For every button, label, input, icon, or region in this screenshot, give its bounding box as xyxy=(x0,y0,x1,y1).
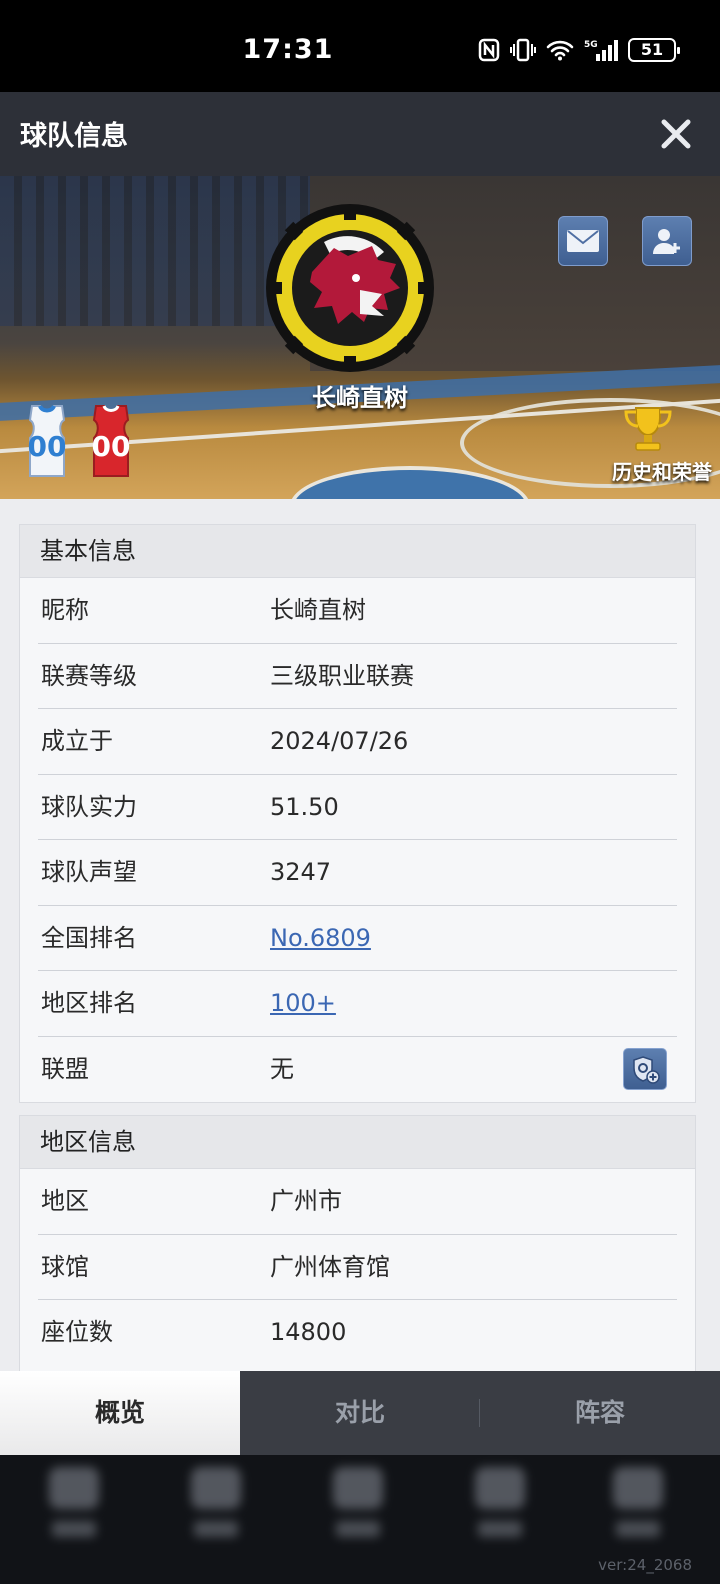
row-label: 球队实力 xyxy=(41,792,137,821)
close-button[interactable] xyxy=(656,114,696,154)
row-value: 长崎直树 xyxy=(270,596,366,624)
national-rank-link[interactable]: No.6809 xyxy=(270,906,371,971)
row-value: 广州市 xyxy=(270,1187,342,1215)
team-logo[interactable] xyxy=(264,202,436,374)
row-value: 14800 xyxy=(270,1318,347,1346)
blurred-nav-item xyxy=(608,1467,668,1557)
row-value: 三级职业联赛 xyxy=(270,661,414,690)
info-row-seats: 座位数 14800 xyxy=(38,1300,677,1366)
info-row-alliance: 联盟 无 xyxy=(38,1037,677,1103)
trophy-icon[interactable] xyxy=(622,404,674,454)
row-value: 无 xyxy=(270,1054,294,1083)
bottom-tab-bar: 概览 对比 阵容 xyxy=(0,1371,720,1455)
alliance-shield-icon xyxy=(633,1055,660,1084)
info-row-region: 地区 广州市 xyxy=(38,1169,677,1235)
away-jersey-button[interactable]: 00 xyxy=(82,404,140,478)
info-row-regional-rank: 地区排名 100+ xyxy=(38,971,677,1037)
battery-icon: 51 xyxy=(628,38,680,62)
row-value: 2024/07/26 xyxy=(270,727,409,755)
wifi-icon xyxy=(546,40,574,61)
row-label: 全国排名 xyxy=(41,923,137,952)
nfc-icon xyxy=(478,38,500,62)
info-row-arena: 球馆 广州体育馆 xyxy=(38,1235,677,1300)
row-label: 昵称 xyxy=(41,596,89,624)
page-title: 球队信息 xyxy=(20,121,128,152)
page-header: 球队信息 xyxy=(0,92,720,176)
info-row-national-rank: 全国排名 No.6809 xyxy=(38,906,677,971)
info-row-team-strength: 球队实力 51.50 xyxy=(38,775,677,840)
row-label: 联盟 xyxy=(41,1054,89,1083)
info-row-league-level: 联赛等级 三级职业联赛 xyxy=(38,644,677,709)
tab-compare[interactable]: 对比 xyxy=(240,1371,480,1455)
background-navigation: ver:24_2068 xyxy=(0,1455,720,1584)
home-jersey-button[interactable]: 00 xyxy=(18,404,76,478)
row-value: 3247 xyxy=(270,858,332,886)
svg-text:5G: 5G xyxy=(584,40,598,50)
blurred-nav-item xyxy=(470,1467,530,1557)
row-label: 联赛等级 xyxy=(41,661,137,690)
team-hero-banner: 长崎直树 00 00 历史和荣誉 xyxy=(0,176,720,499)
basic-info-title: 基本信息 xyxy=(20,525,695,578)
row-label: 成立于 xyxy=(41,727,113,755)
blurred-nav-item xyxy=(186,1467,246,1557)
status-icons: 5G 51 xyxy=(478,38,680,62)
mail-button[interactable] xyxy=(558,216,608,266)
away-jersey-number: 00 xyxy=(91,430,131,463)
row-label: 地区排名 xyxy=(41,989,137,1017)
team-info-content: 基本信息 昵称 长崎直树 联赛等级 三级职业联赛 成立于 2024/07/26 … xyxy=(0,499,720,1371)
basic-info-card: 基本信息 昵称 长崎直树 联赛等级 三级职业联赛 成立于 2024/07/26 … xyxy=(19,524,696,1103)
tab-overview[interactable]: 概览 xyxy=(0,1371,240,1455)
row-label: 球馆 xyxy=(41,1252,89,1281)
status-bar: 17:31 5G 51 xyxy=(0,0,720,92)
vibrate-icon xyxy=(510,38,536,62)
regional-rank-link[interactable]: 100+ xyxy=(270,971,336,1036)
row-value: 广州体育馆 xyxy=(270,1252,390,1281)
home-jersey-number: 00 xyxy=(27,430,67,463)
blurred-nav-item xyxy=(328,1467,388,1557)
region-info-card: 地区信息 地区 广州市 球馆 广州体育馆 座位数 14800 xyxy=(19,1115,696,1371)
join-alliance-button[interactable] xyxy=(623,1047,667,1090)
row-value: 51.50 xyxy=(270,792,339,821)
close-icon xyxy=(661,119,691,149)
cellular-5g-icon: 5G xyxy=(584,40,618,61)
info-row-nickname: 昵称 长崎直树 xyxy=(38,578,677,644)
region-info-title: 地区信息 xyxy=(20,1116,695,1169)
info-row-founded: 成立于 2024/07/26 xyxy=(38,709,677,775)
tab-compare-label: 对比 xyxy=(334,1398,385,1427)
version-label: ver:24_2068 xyxy=(598,1556,692,1574)
envelope-icon xyxy=(567,230,599,252)
history-honors-link[interactable]: 历史和荣誉 xyxy=(612,456,712,485)
blurred-nav-item xyxy=(44,1467,104,1557)
add-friend-button[interactable] xyxy=(642,216,692,266)
add-user-icon xyxy=(653,229,680,254)
row-label: 座位数 xyxy=(41,1318,113,1346)
info-row-reputation: 球队声望 3247 xyxy=(38,840,677,906)
row-label: 球队声望 xyxy=(41,858,137,886)
tab-roster[interactable]: 阵容 xyxy=(480,1371,720,1455)
row-label: 地区 xyxy=(41,1187,89,1215)
